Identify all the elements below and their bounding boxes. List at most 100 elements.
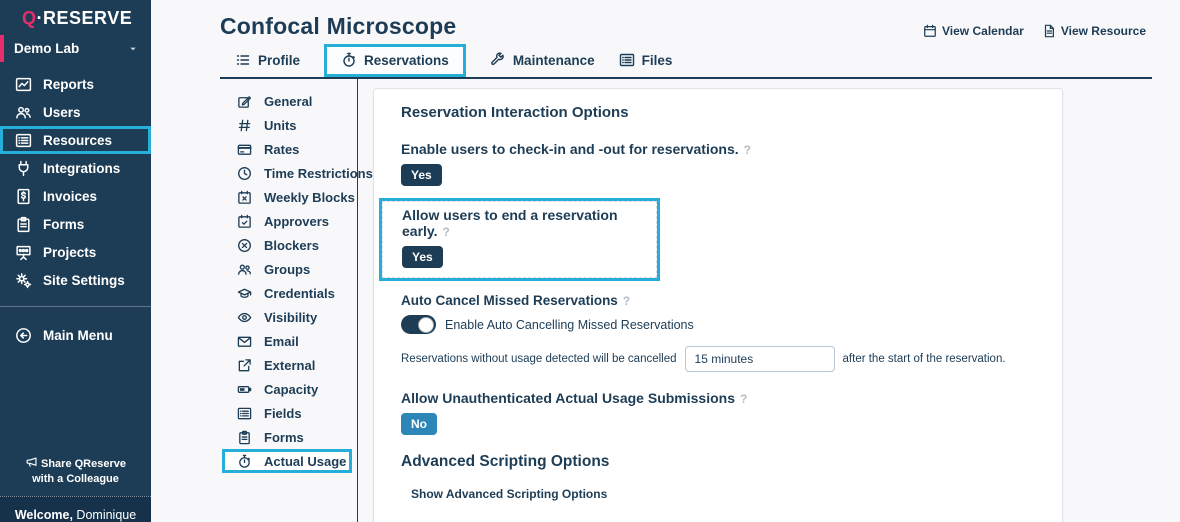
sidebar-item-label: Resources (43, 133, 112, 148)
setting-end-early: Allow users to end a reservation early.?… (382, 201, 657, 278)
checkin-value-button[interactable]: Yes (401, 164, 442, 186)
lab-selector[interactable]: Demo Lab (0, 35, 151, 62)
subnav-item-label: Approvers (264, 214, 329, 229)
lab-name: Demo Lab (14, 41, 79, 56)
subnav-item-blockers[interactable]: Blockers (222, 233, 357, 257)
setting-auto-cancel: Auto Cancel Missed Reservations? Enable … (401, 293, 1046, 372)
calendar-check-icon (237, 214, 252, 229)
help-icon[interactable]: ? (744, 143, 751, 157)
credit-card-icon (237, 142, 252, 157)
subnav-item-weekly-blocks[interactable]: Weekly Blocks (222, 185, 357, 209)
sidebar-item-reports[interactable]: Reports (0, 70, 151, 98)
tab-files[interactable]: Files (619, 44, 673, 77)
end-early-value-button[interactable]: Yes (402, 246, 443, 268)
checkin-label: Enable users to check-in and -out for re… (401, 141, 739, 157)
share-qreserve-link[interactable]: Share QReserve with a Colleague (0, 448, 151, 496)
battery-icon (237, 382, 252, 397)
unauthenticated-value-button[interactable]: No (401, 413, 437, 435)
toggle-knob (418, 317, 434, 333)
help-icon[interactable]: ? (740, 392, 747, 406)
list-box-icon (619, 52, 635, 68)
subnav-item-actual-usage[interactable]: Actual Usage (222, 449, 352, 473)
sidebar-item-label: Invoices (43, 189, 97, 204)
unauthenticated-label: Allow Unauthenticated Actual Usage Submi… (401, 390, 735, 406)
subnav-item-label: Blockers (264, 238, 319, 253)
cancel-delay-input[interactable] (685, 346, 835, 372)
subnav-item-label: Forms (264, 430, 304, 445)
tab-profile[interactable]: Profile (235, 44, 300, 77)
subnav-item-fields[interactable]: Fields (222, 401, 357, 425)
subnav-item-label: Rates (264, 142, 299, 157)
show-advanced-scripting-button[interactable]: Show Advanced Scripting Options (411, 487, 1046, 501)
chart-line-icon (15, 76, 32, 93)
subnav-item-external[interactable]: External (222, 353, 357, 377)
sidebar-item-label: Forms (43, 217, 84, 232)
subnav-item-label: Actual Usage (264, 454, 346, 469)
tabs-bar: Profile Reservations Maintenance Files (220, 44, 1152, 79)
subnav-item-approvers[interactable]: Approvers (222, 209, 357, 233)
setting-unauthenticated-usage: Allow Unauthenticated Actual Usage Submi… (401, 390, 1046, 435)
sidebar-item-forms[interactable]: Forms (0, 210, 151, 238)
list-box-icon (15, 132, 32, 149)
form-list-icon (235, 52, 251, 68)
qreserve-logo[interactable]: Q·RESERVE (0, 0, 151, 31)
subnav-item-label: Fields (264, 406, 302, 421)
subnav-item-forms[interactable]: Forms (222, 425, 357, 449)
reservation-options-panel: Reservation Interaction Options Enable u… (373, 88, 1063, 522)
subnav-item-capacity[interactable]: Capacity (222, 377, 357, 401)
panel-wrap: Reservation Interaction Options Enable u… (358, 79, 1180, 522)
subnav-item-units[interactable]: Units (222, 113, 357, 137)
subnav-item-label: External (264, 358, 315, 373)
calendar-icon (923, 24, 937, 38)
view-resource-button[interactable]: View Resource (1042, 24, 1146, 38)
subnav-item-credentials[interactable]: Credentials (222, 281, 357, 305)
sidebar-item-label: Reports (43, 77, 94, 92)
auto-cancel-toggle[interactable] (401, 315, 436, 334)
external-link-icon (237, 358, 252, 373)
clipboard-icon (15, 216, 32, 233)
view-calendar-button[interactable]: View Calendar (923, 24, 1024, 38)
main-content: Confocal Microscope View Calendar View Re… (151, 0, 1180, 522)
projector-icon (15, 244, 32, 261)
auto-cancel-toggle-label: Enable Auto Cancelling Missed Reservatio… (445, 318, 694, 332)
sidebar-nav: Reports Users Resources Integrations Invoice… (0, 70, 151, 294)
tabs: Profile Reservations Maintenance Files (220, 44, 1152, 77)
wrench-icon (490, 52, 506, 68)
graduation-cap-icon (237, 286, 252, 301)
subnav-item-general[interactable]: General (222, 89, 357, 113)
highlight-box-end-early: Allow users to end a reservation early.?… (379, 198, 660, 281)
help-icon[interactable]: ? (443, 225, 450, 239)
edit-icon (237, 94, 252, 109)
help-icon[interactable]: ? (623, 294, 630, 308)
tab-label: Files (642, 53, 673, 68)
sidebar-item-site-settings[interactable]: Site Settings (0, 266, 151, 294)
cancel-sentence-before: Reservations without usage detected will… (401, 353, 677, 365)
eye-icon (237, 310, 252, 325)
sidebar-item-integrations[interactable]: Integrations (0, 154, 151, 182)
chevron-down-icon (127, 43, 139, 55)
sidebar-item-users[interactable]: Users (0, 98, 151, 126)
resource-settings-subnav: GeneralUnits Rates Time Restrictions Weekly… (222, 79, 358, 522)
subnav-item-time-restrictions[interactable]: Time Restrictions (222, 161, 357, 185)
users-icon (237, 262, 252, 277)
subnav-item-visibility[interactable]: Visibility (222, 305, 357, 329)
subnav-item-label: Weekly Blocks (264, 190, 355, 205)
sidebar-item-main-menu[interactable]: Main Menu (0, 321, 151, 349)
section-title-advanced-scripting: Advanced Scripting Options (401, 453, 1046, 471)
tab-maintenance[interactable]: Maintenance (490, 44, 595, 77)
logo-reserve: ·RESERVE (37, 8, 133, 28)
sidebar-item-label: Integrations (43, 161, 120, 176)
subnav-item-groups[interactable]: Groups (222, 257, 357, 281)
page-title: Confocal Microscope (220, 13, 456, 40)
sidebar-item-invoices[interactable]: Invoices (0, 182, 151, 210)
subnav-item-email[interactable]: Email (222, 329, 357, 353)
sidebar-item-resources[interactable]: Resources (0, 126, 151, 154)
page-header: Confocal Microscope View Calendar View Re… (151, 0, 1180, 40)
subnav-item-rates[interactable]: Rates (222, 137, 357, 161)
sidebar-item-projects[interactable]: Projects (0, 238, 151, 266)
subnav-item-label: Email (264, 334, 299, 349)
tab-reservations[interactable]: Reservations (324, 44, 466, 77)
gears-icon (15, 272, 32, 289)
megaphone-icon (25, 456, 38, 469)
end-early-label: Allow users to end a reservation early. (402, 207, 618, 239)
